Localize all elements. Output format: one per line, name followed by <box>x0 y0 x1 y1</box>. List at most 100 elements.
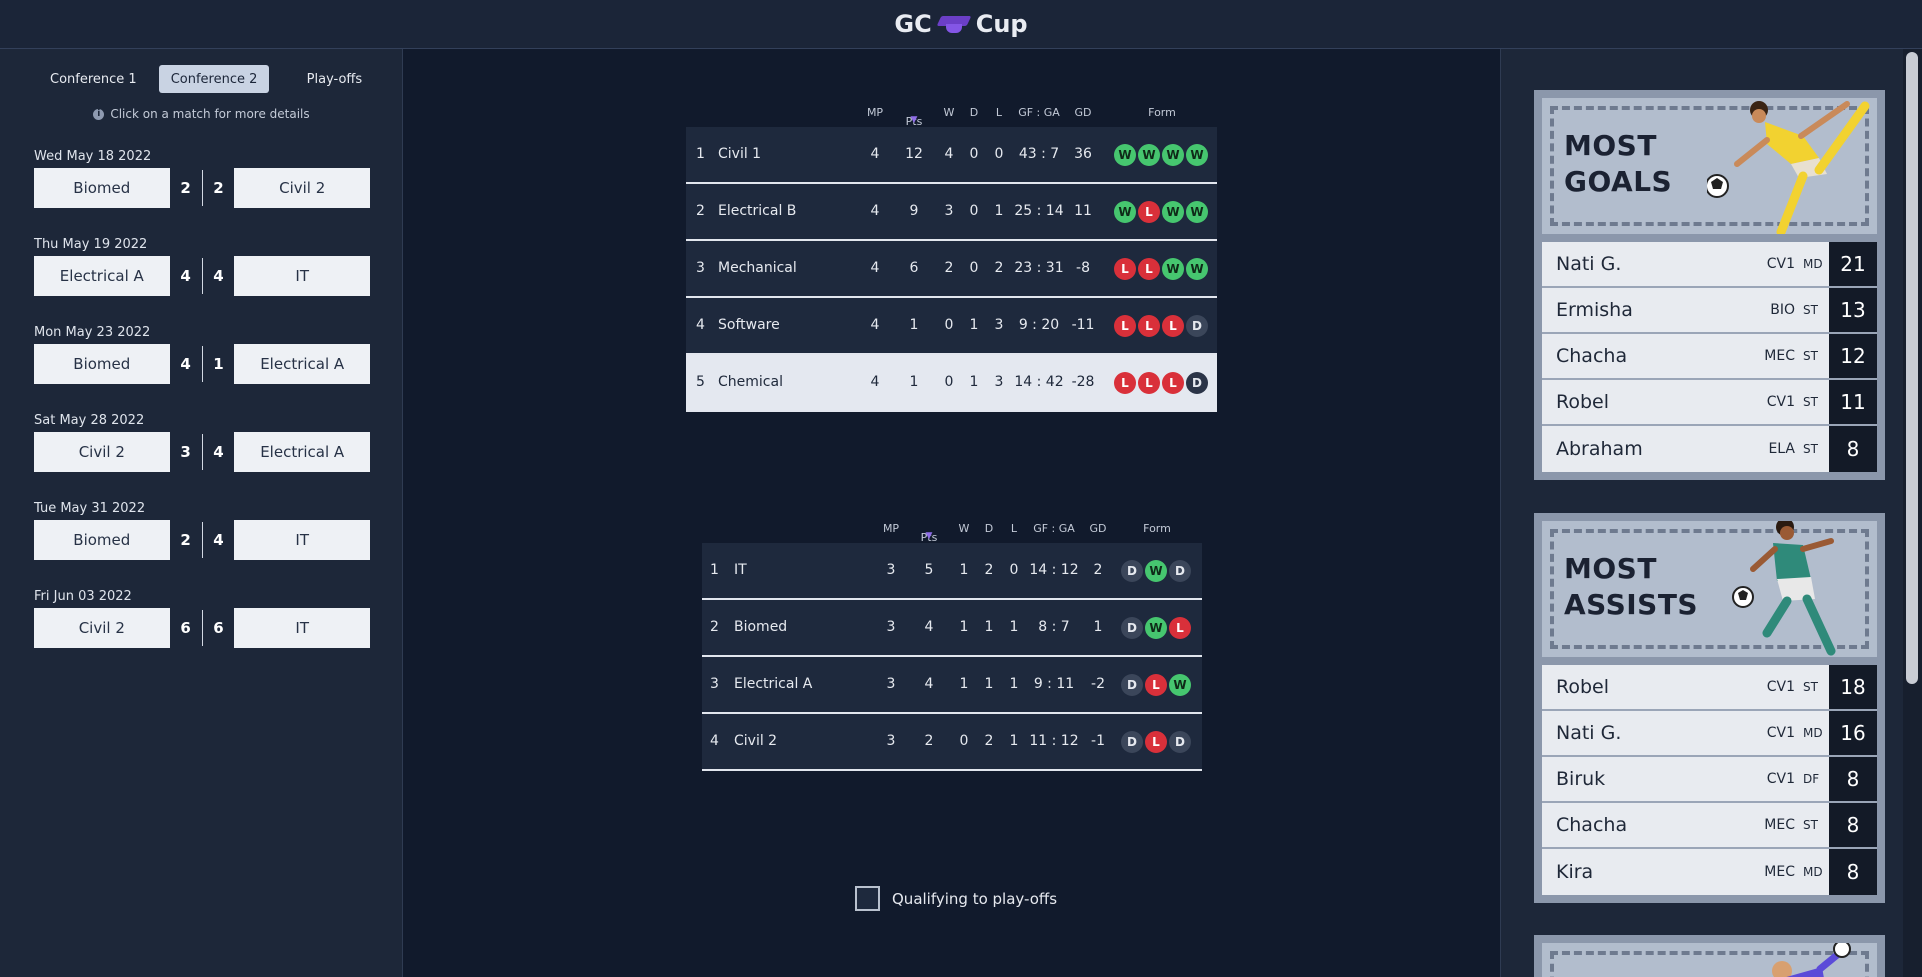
table-row[interactable]: 5 Chemical 4 1 0 1 3 14 : 42 -28 L L L D <box>686 355 1217 412</box>
match-row[interactable]: Civil 2 3 4 Electrical A <box>34 432 370 472</box>
home-score: 2 <box>180 531 191 549</box>
stat-value: 21 <box>1829 242 1877 286</box>
most-goals-title: MOST GOALS <box>1564 129 1673 198</box>
table-row[interactable]: 3 Mechanical 4 6 2 0 2 23 : 31 -8 L L W W <box>686 241 1217 298</box>
cell-d: 1 <box>969 317 979 333</box>
match-row[interactable]: Electrical A 4 4 IT <box>34 256 370 296</box>
cell-gfga: 14 : 12 <box>1029 562 1079 578</box>
team-name: Chemical <box>718 374 783 390</box>
tab-conference-1[interactable]: Conference 1 <box>38 65 149 93</box>
column-header-l[interactable]: L <box>996 106 1002 119</box>
team-rank: 2 <box>696 203 705 219</box>
column-header-w[interactable]: W <box>944 106 955 119</box>
most-assists-banner: MOST ASSISTS <box>1542 521 1877 657</box>
table-row[interactable]: 1 Civil 1 4 12 4 0 0 43 : 7 36 W W W W <box>686 127 1217 184</box>
form-result-badge: L <box>1138 372 1160 394</box>
form-result-badge: W <box>1145 560 1167 582</box>
column-header-gfga[interactable]: GF : GA <box>1033 522 1075 535</box>
most-assists-card: MOST ASSISTS Robel CV1 ST 18 Nati G. CV1 MD 16 B… <box>1534 513 1885 903</box>
cell-w: 1 <box>959 676 969 692</box>
list-item[interactable]: Robel CV1 ST 11 <box>1542 380 1877 426</box>
cell-w: 0 <box>944 317 954 333</box>
cell-gd: -28 <box>1071 374 1095 390</box>
most-goals-card: MOST GOALS Nati G. CV1 MD 21 Ermisha BIO ST 13 C… <box>1534 90 1885 480</box>
cell-l: 1 <box>994 203 1004 219</box>
cell-d: 1 <box>984 619 994 635</box>
cell-w: 0 <box>944 374 954 390</box>
table-row[interactable]: 3 Electrical A341119 : 11 -2 D L W <box>702 657 1202 714</box>
table-row[interactable]: 1 IT 3 5 1 2 0 14 : 12 2 D W D <box>702 543 1202 600</box>
page-scrollbar-thumb[interactable] <box>1906 52 1918 684</box>
player-position: ST <box>1803 303 1818 317</box>
away-team: IT <box>234 520 370 560</box>
cell-l: 3 <box>994 374 1004 390</box>
column-header-w[interactable]: W <box>959 522 970 535</box>
column-header-mp[interactable]: MP <box>883 522 899 535</box>
player-team: CV1 <box>1766 256 1795 272</box>
list-item[interactable]: Nati G. CV1 MD 21 <box>1542 242 1877 288</box>
cell-gfga: 43 : 7 <box>1018 146 1060 162</box>
match-item: Fri Jun 03 2022 Civil 2 6 6 IT <box>34 586 370 674</box>
info-icon: i <box>93 108 105 120</box>
team-rank: 2 <box>710 619 719 635</box>
list-item[interactable]: Nati G. CV1 MD 16 <box>1542 711 1877 757</box>
player-position: MD <box>1803 257 1823 271</box>
cell-mp: 4 <box>870 260 880 276</box>
form-result-badge: D <box>1121 674 1143 696</box>
column-header-gd[interactable]: GD <box>1090 522 1107 535</box>
team-form: LLLD <box>1114 315 1208 337</box>
form-result-badge: D <box>1121 617 1143 639</box>
list-item[interactable]: Kira MEC MD 8 <box>1542 849 1877 895</box>
form-result-badge: W <box>1186 258 1208 280</box>
cell-mp: 3 <box>886 562 896 578</box>
player-position: MD <box>1803 865 1823 879</box>
match-item: Tue May 31 2022 Biomed 2 4 IT <box>34 498 370 586</box>
table-row[interactable]: 2 Electrical B 4 9 3 0 1 25 : 14 11 W L W W <box>686 184 1217 241</box>
match-row[interactable]: Biomed 4 1 Electrical A <box>34 344 370 384</box>
team-form: DWD <box>1121 560 1191 582</box>
list-item[interactable]: Robel CV1 ST 18 <box>1542 665 1877 711</box>
list-item[interactable]: Ermisha BIO ST 13 <box>1542 288 1877 334</box>
sort-desc-icon: ▼ <box>925 531 933 541</box>
form-result-badge: L <box>1145 674 1167 696</box>
home-team: Biomed <box>34 520 170 560</box>
table-row[interactable]: 4 Civil 2 3 2 0 2 1 11 : 12 -1 D L D <box>702 714 1202 771</box>
app-logo[interactable]: GC Cup <box>894 10 1027 38</box>
form-result-badge: L <box>1169 617 1191 639</box>
table-row[interactable]: 4 Software 4 1 0 1 3 9 : 20 -11 L L L D <box>686 298 1217 355</box>
cell-l: 1 <box>1009 676 1019 692</box>
column-header-gd[interactable]: GD <box>1075 106 1092 119</box>
logo-text-right: Cup <box>975 10 1028 38</box>
match-date: Mon May 23 2022 <box>34 325 151 340</box>
player-position: DF <box>1803 772 1820 786</box>
list-item[interactable]: Biruk CV1 DF 8 <box>1542 757 1877 803</box>
team-name: Biomed <box>734 619 788 635</box>
cell-gd: -2 <box>1091 676 1105 692</box>
match-date: Fri Jun 03 2022 <box>34 589 132 604</box>
match-row[interactable]: Biomed 2 4 IT <box>34 520 370 560</box>
column-header-d[interactable]: D <box>985 522 993 535</box>
player-name: Chacha <box>1556 814 1628 836</box>
next-stat-card <box>1534 935 1885 977</box>
form-result-badge: D <box>1121 560 1143 582</box>
sort-desc-icon: ▼ <box>910 115 918 125</box>
fixtures-sidebar: Conference 1 Conference 2 Play-offs i Cl… <box>0 49 403 977</box>
tab-play-offs[interactable]: Play-offs <box>279 65 389 93</box>
most-goals-list: Nati G. CV1 MD 21 Ermisha BIO ST 13 Chacha MEC ST 1… <box>1542 242 1877 472</box>
match-row[interactable]: Civil 2 6 6 IT <box>34 608 370 648</box>
list-item[interactable]: Chacha MEC ST 12 <box>1542 334 1877 380</box>
column-header-d[interactable]: D <box>970 106 978 119</box>
team-rank: 1 <box>710 562 719 578</box>
team-rank: 4 <box>710 733 719 749</box>
standings-table-1: MP Pts ▼ W D L GF : GA GD Form 1 Civil 1 4 12 4 0 0 43 … <box>686 97 1217 412</box>
match-row[interactable]: Biomed 2 2 Civil 2 <box>34 168 370 208</box>
tab-conference-2[interactable]: Conference 2 <box>158 65 270 93</box>
team-form: WWWW <box>1114 144 1208 166</box>
column-header-mp[interactable]: MP <box>867 106 883 119</box>
team-rank: 1 <box>696 146 705 162</box>
list-item[interactable]: Abraham ELA ST 8 <box>1542 426 1877 472</box>
column-header-gfga[interactable]: GF : GA <box>1018 106 1060 119</box>
column-header-l[interactable]: L <box>1011 522 1017 535</box>
table-row[interactable]: 2 Biomed 3 4 1 1 1 8 : 71DWL <box>702 600 1202 657</box>
list-item[interactable]: Chacha MEC ST 8 <box>1542 803 1877 849</box>
